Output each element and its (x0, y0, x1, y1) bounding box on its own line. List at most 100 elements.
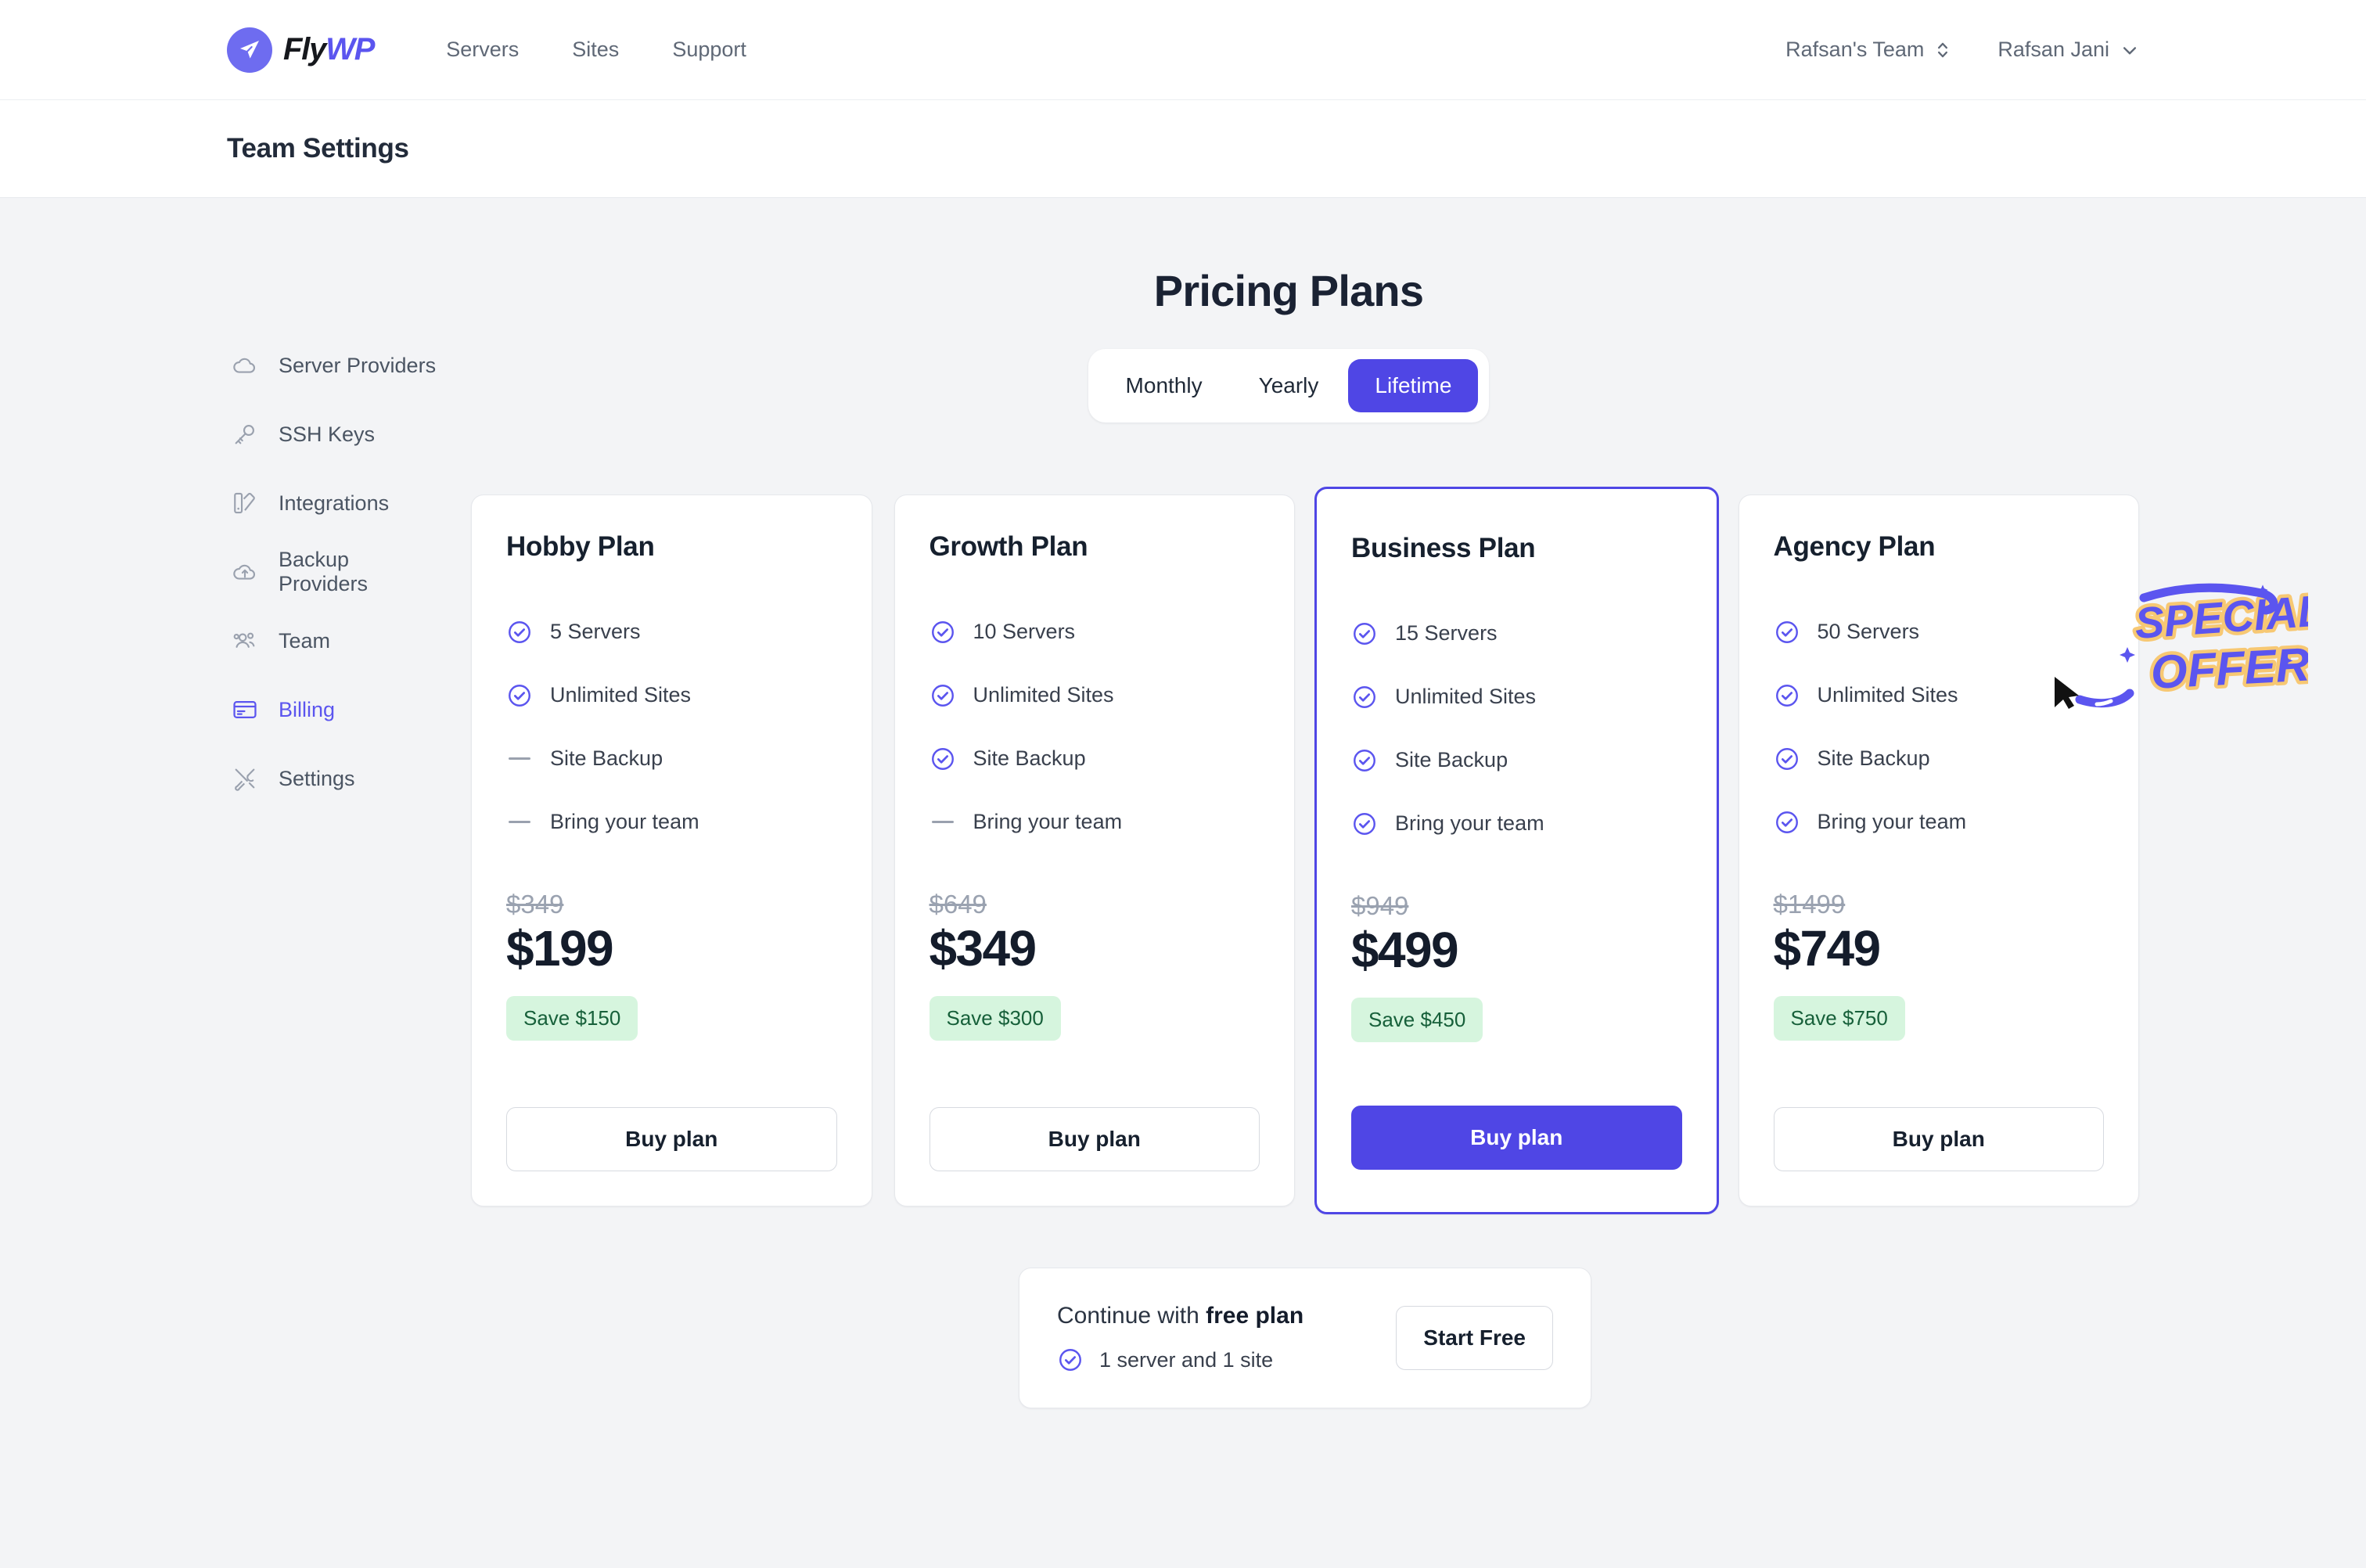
billing-cycle-row: Monthly Yearly Lifetime (438, 349, 2139, 423)
nav-link-support[interactable]: Support (672, 38, 746, 62)
free-plan-text: Continue with free plan 1 server and 1 s… (1057, 1303, 1365, 1373)
sidebar-item-label: Integrations (279, 491, 390, 515)
plan-name: Business Plan (1351, 533, 1536, 563)
page-title: Team Settings (227, 133, 409, 164)
sidebar-item-team[interactable]: Team (232, 606, 438, 675)
sidebar-item-label: Server Providers (279, 353, 437, 377)
plan-feature: 5 Servers (506, 600, 837, 664)
plan-features: 5 Servers Unlimited Sites Site Backup Br… (506, 600, 837, 854)
plan-feature-label: Site Backup (1395, 748, 1508, 771)
plan-features: 50 Servers Unlimited Sites Site Backup B… (1774, 600, 2105, 854)
plan-feature-label: 50 Servers (1817, 620, 1920, 643)
plan-feature: 50 Servers (1774, 600, 2105, 664)
sidebar-item-billing[interactable]: Billing (232, 675, 438, 744)
check-circle-icon (1354, 685, 1375, 708)
cloud-upload-icon (233, 564, 255, 580)
sidebar-item-integrations[interactable]: Integrations (232, 469, 438, 538)
top-navigation-bar: FlyWP Servers Sites Support Rafsan's Tea… (0, 0, 2366, 100)
pricing-main: Pricing Plans Monthly Yearly Lifetime SP… (438, 265, 2366, 1408)
plan-card-hobby[interactable]: Hobby Plan 5 Servers Unlimited Sites Sit… (471, 494, 872, 1207)
page-header-bar: Team Settings (0, 100, 2366, 198)
brand-name-secondary: WP (325, 32, 375, 67)
plan-feature-label: Site Backup (1817, 746, 1930, 770)
integrations-icon (234, 492, 255, 514)
billing-cycle-lifetime[interactable]: Lifetime (1348, 359, 1479, 412)
nav-link-sites[interactable]: Sites (572, 38, 619, 62)
billing-cycle-monthly[interactable]: Monthly (1099, 359, 1229, 412)
free-plan-detail-row: 1 server and 1 site (1057, 1347, 1365, 1373)
brand-wordmark: FlyWP (283, 32, 375, 67)
plan-feature-label: Unlimited Sites (973, 683, 1114, 707)
plan-feature: Site Backup (506, 727, 837, 790)
free-plan-card: Continue with free plan 1 server and 1 s… (1019, 1268, 1591, 1408)
buy-plan-button[interactable]: Buy plan (1773, 1107, 2104, 1171)
settings-sidebar: Server Providers SSH Keys Integrations B… (0, 265, 438, 813)
plan-feature-label: Bring your team (1395, 811, 1544, 835)
sidebar-item-settings[interactable]: Settings (232, 744, 438, 813)
brand-name-primary: Fly (283, 32, 326, 67)
sidebar-item-backup-providers[interactable]: Backup Providers (232, 538, 438, 606)
plan-feature-label: Bring your team (1817, 810, 1967, 833)
plan-price: $199 (506, 920, 614, 976)
tools-icon (235, 768, 255, 791)
dash-icon (930, 809, 956, 836)
check-circle-icon (1059, 1349, 1081, 1371)
check-circle-icon (931, 747, 954, 770)
free-plan-emphasis: free plan (1206, 1303, 1304, 1329)
plan-feature: Unlimited Sites (1351, 665, 1682, 728)
check-circle-icon (509, 684, 530, 707)
team-switcher[interactable]: Rafsan's Team (1785, 38, 1951, 62)
sidebar-item-ssh-keys[interactable]: SSH Keys (232, 400, 438, 469)
check-circle-icon (1775, 811, 1798, 833)
check-circle-icon (1775, 684, 1798, 707)
plan-save-badge: Save $450 (1351, 998, 1483, 1043)
plan-card-growth[interactable]: Growth Plan 10 Servers Unlimited Sites S… (894, 494, 1295, 1207)
plan-save-badge: Save $300 (929, 996, 1061, 1041)
plan-features: 15 Servers Unlimited Sites Site Backup B… (1351, 602, 1682, 855)
chevron-down-icon (2123, 46, 2137, 54)
plan-card-agency[interactable]: Agency Plan 50 Servers Unlimited Sites S… (1738, 494, 2139, 1207)
sidebar-item-label: Backup Providers (279, 548, 369, 595)
users-icon (233, 632, 255, 648)
user-menu[interactable]: Rafsan Jani (1997, 38, 2139, 62)
key-icon (235, 425, 254, 444)
sidebar-item-label: Billing (279, 697, 336, 721)
check-circle-icon (931, 620, 954, 643)
plan-feature: Site Backup (1351, 728, 1682, 792)
plan-feature-label: Site Backup (550, 746, 663, 770)
brand-logo[interactable]: FlyWP (227, 27, 375, 73)
plan-feature: Site Backup (930, 727, 1260, 790)
plan-name: Agency Plan (1773, 531, 1936, 562)
plan-feature: Unlimited Sites (506, 664, 837, 727)
plan-features: 10 Servers Unlimited Sites Site Backup B… (930, 600, 1260, 854)
user-menu-label: Rafsan Jani (1997, 38, 2109, 61)
plan-old-price: $649 (929, 890, 987, 919)
plan-old-price: $949 (1351, 891, 1409, 920)
plan-feature-label: Unlimited Sites (1395, 685, 1537, 708)
check-circle-icon (1354, 812, 1375, 835)
plan-save-badge: Save $150 (506, 996, 638, 1041)
sidebar-item-label: Settings (279, 766, 355, 790)
buy-plan-button[interactable]: Buy plan (506, 1107, 837, 1171)
start-free-button[interactable]: Start Free (1396, 1306, 1553, 1370)
billing-cycle-yearly[interactable]: Yearly (1232, 359, 1346, 412)
chevron-up-down-icon (1938, 42, 1948, 57)
team-switcher-label: Rafsan's Team (1785, 38, 1925, 61)
page-body: Server Providers SSH Keys Integrations B… (0, 198, 2366, 1408)
pricing-cards: Hobby Plan 5 Servers Unlimited Sites Sit… (438, 487, 2139, 1214)
buy-plan-button[interactable]: Buy plan (929, 1107, 1260, 1171)
plan-feature-label: Bring your team (550, 810, 699, 833)
svg-text:OFFER: OFFER (2149, 638, 2308, 699)
plan-name: Growth Plan (929, 531, 1088, 562)
svg-text:SPECIAL: SPECIAL (2133, 585, 2308, 648)
billing-cycle-toggle: Monthly Yearly Lifetime (1088, 349, 1490, 423)
plan-price: $749 (1773, 920, 1882, 976)
plan-feature: Bring your team (1351, 792, 1682, 855)
plan-old-price: $349 (506, 890, 564, 919)
sidebar-item-server-providers[interactable]: Server Providers (232, 331, 438, 400)
buy-plan-button[interactable]: Buy plan (1351, 1106, 1682, 1170)
nav-link-servers[interactable]: Servers (446, 38, 519, 62)
plan-feature: Bring your team (1774, 790, 2105, 854)
plan-card-business[interactable]: Business Plan 15 Servers Unlimited Sites… (1314, 487, 1719, 1214)
plan-feature-label: 15 Servers (1395, 621, 1498, 645)
